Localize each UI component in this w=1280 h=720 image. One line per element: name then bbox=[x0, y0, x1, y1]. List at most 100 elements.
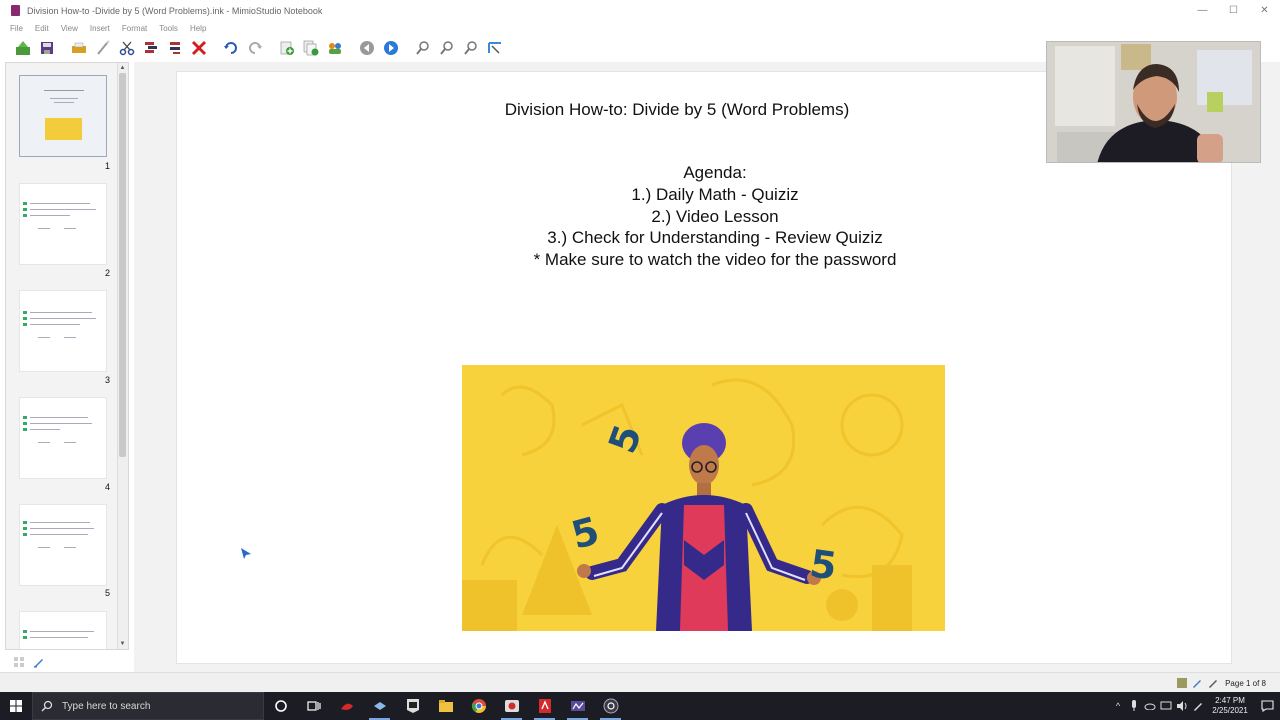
pen-icon[interactable] bbox=[1191, 677, 1203, 689]
thumbnail-list: 1 2 3 4 5 bbox=[6, 63, 118, 649]
search-placeholder: Type here to search bbox=[62, 700, 151, 712]
webcam-overlay bbox=[1046, 41, 1261, 163]
agenda-item: 1.) Daily Math - Quiziz bbox=[631, 184, 799, 204]
menu-file[interactable]: File bbox=[10, 24, 23, 33]
microphone-icon[interactable] bbox=[1126, 692, 1142, 720]
forward-icon bbox=[384, 41, 398, 55]
save-button[interactable] bbox=[36, 38, 58, 58]
illustration-art bbox=[462, 378, 912, 631]
grid-icon bbox=[14, 657, 24, 667]
cortana-button[interactable] bbox=[264, 692, 297, 720]
volume-icon[interactable] bbox=[1174, 692, 1190, 720]
menu-help[interactable]: Help bbox=[190, 24, 206, 33]
add-page-button[interactable] bbox=[276, 38, 298, 58]
copy-button[interactable] bbox=[140, 38, 162, 58]
webcam-video bbox=[1047, 42, 1260, 162]
scrollbar-thumb[interactable] bbox=[119, 73, 126, 457]
thumbnail-page-2[interactable] bbox=[19, 183, 107, 265]
mimio-icon bbox=[570, 701, 585, 711]
menu-tools[interactable]: Tools bbox=[159, 24, 178, 33]
taskbar-app-steam[interactable] bbox=[363, 692, 396, 720]
thumbnail-page-4[interactable] bbox=[19, 397, 107, 479]
print-button[interactable] bbox=[68, 38, 90, 58]
window-title: Division How-to -Divide by 5 (Word Probl… bbox=[27, 5, 323, 16]
taskbar-acrobat[interactable] bbox=[528, 692, 561, 720]
people-button[interactable] bbox=[324, 38, 346, 58]
thumbnail-scrollbar[interactable]: ▲ ▼ bbox=[117, 63, 128, 649]
scroll-up-icon[interactable]: ▲ bbox=[118, 64, 127, 72]
page-indicator: Page 1 of 8 bbox=[1225, 678, 1266, 688]
taskbar-clock[interactable]: 2:47 PM 2/25/2021 bbox=[1206, 696, 1254, 716]
menu-format[interactable]: Format bbox=[122, 24, 147, 33]
thumbnail-number: 1 bbox=[104, 161, 110, 171]
zoom-in-button[interactable] bbox=[412, 38, 434, 58]
copy-icon bbox=[145, 42, 157, 53]
pointer-cursor-icon bbox=[241, 548, 251, 559]
close-button[interactable]: ✕ bbox=[1249, 0, 1280, 21]
thumbnail-number: 2 bbox=[104, 268, 110, 278]
taskbar-app-red[interactable] bbox=[330, 692, 363, 720]
menu-insert[interactable]: Insert bbox=[90, 24, 110, 33]
notification-center-button[interactable] bbox=[1254, 692, 1280, 720]
back-button[interactable] bbox=[356, 38, 378, 58]
zoom-out-button[interactable] bbox=[436, 38, 458, 58]
open-button[interactable] bbox=[12, 38, 34, 58]
undo-button[interactable] bbox=[220, 38, 242, 58]
minimize-button[interactable]: — bbox=[1187, 0, 1218, 21]
menu-view[interactable]: View bbox=[61, 24, 78, 33]
delete-button[interactable] bbox=[188, 38, 210, 58]
character-figure bbox=[577, 423, 821, 631]
cloud-icon[interactable] bbox=[1142, 692, 1158, 720]
zoom-fit-button[interactable] bbox=[460, 38, 482, 58]
undo-icon bbox=[224, 42, 237, 54]
menu-bar: File Edit View Insert Format Tools Help bbox=[0, 21, 1280, 35]
taskbar-mimio[interactable] bbox=[561, 692, 594, 720]
network-icon[interactable] bbox=[1158, 692, 1174, 720]
paste-button[interactable] bbox=[164, 38, 186, 58]
agenda-note: * Make sure to watch the video for the p… bbox=[533, 250, 897, 270]
thumbnail-page-6[interactable] bbox=[19, 611, 107, 649]
status-bar: Page 1 of 8 bbox=[0, 672, 1280, 692]
start-button[interactable] bbox=[0, 692, 32, 720]
thumbnail-page-5[interactable] bbox=[19, 504, 107, 586]
title-bar: Division How-to -Divide by 5 (Word Probl… bbox=[0, 0, 1280, 21]
edit-mode-button[interactable] bbox=[31, 654, 47, 670]
thumbnail-panel-toolbar bbox=[5, 652, 129, 672]
page-size-button[interactable] bbox=[484, 38, 506, 58]
windows-taskbar: Type here to search ^ 2:47 PM 2/25/2021 bbox=[0, 692, 1280, 720]
taskbar-chrome[interactable] bbox=[462, 692, 495, 720]
wand-button[interactable] bbox=[92, 38, 114, 58]
thumbnail-page-1[interactable] bbox=[19, 75, 107, 157]
maximize-button[interactable]: ☐ bbox=[1218, 0, 1249, 21]
slide-title: Division How-to: Divide by 5 (Word Probl… bbox=[504, 100, 850, 119]
thumbnail-view-icon[interactable] bbox=[1177, 678, 1188, 688]
epic-games-icon bbox=[406, 699, 419, 713]
forward-button[interactable] bbox=[380, 38, 402, 58]
menu-edit[interactable]: Edit bbox=[35, 24, 49, 33]
status-controls: Page 1 of 8 bbox=[1177, 675, 1266, 691]
pen-workspace-icon[interactable] bbox=[1190, 692, 1206, 720]
clock-date: 2/25/2021 bbox=[1212, 706, 1248, 715]
taskbar-obs[interactable] bbox=[594, 692, 627, 720]
grid-view-button[interactable] bbox=[11, 654, 27, 670]
agenda-item: 2.) Video Lesson bbox=[651, 206, 779, 226]
taskbar-search[interactable]: Type here to search bbox=[32, 692, 264, 720]
taskbar-app-epic[interactable] bbox=[396, 692, 429, 720]
redo-button[interactable] bbox=[244, 38, 266, 58]
taskbar-app-recorder[interactable] bbox=[495, 692, 528, 720]
scroll-down-icon[interactable]: ▼ bbox=[118, 640, 127, 648]
task-view-button[interactable] bbox=[297, 692, 330, 720]
tray-overflow-button[interactable]: ^ bbox=[1110, 692, 1126, 720]
duplicate-page-button[interactable] bbox=[300, 38, 322, 58]
marker-icon[interactable] bbox=[1207, 677, 1219, 689]
page-thumbnail-panel: 1 2 3 4 5 ▲ ▼ bbox=[5, 62, 129, 650]
save-icon bbox=[41, 42, 53, 54]
thumbnail-page-3[interactable] bbox=[19, 290, 107, 372]
cut-button[interactable] bbox=[116, 38, 138, 58]
paste-icon bbox=[170, 42, 180, 54]
lesson-illustration[interactable]: 5 5 5 bbox=[462, 365, 945, 631]
print-icon bbox=[72, 42, 86, 53]
taskbar-file-explorer[interactable] bbox=[429, 692, 462, 720]
zoom-in-icon bbox=[416, 41, 429, 55]
folder-icon bbox=[438, 700, 453, 712]
